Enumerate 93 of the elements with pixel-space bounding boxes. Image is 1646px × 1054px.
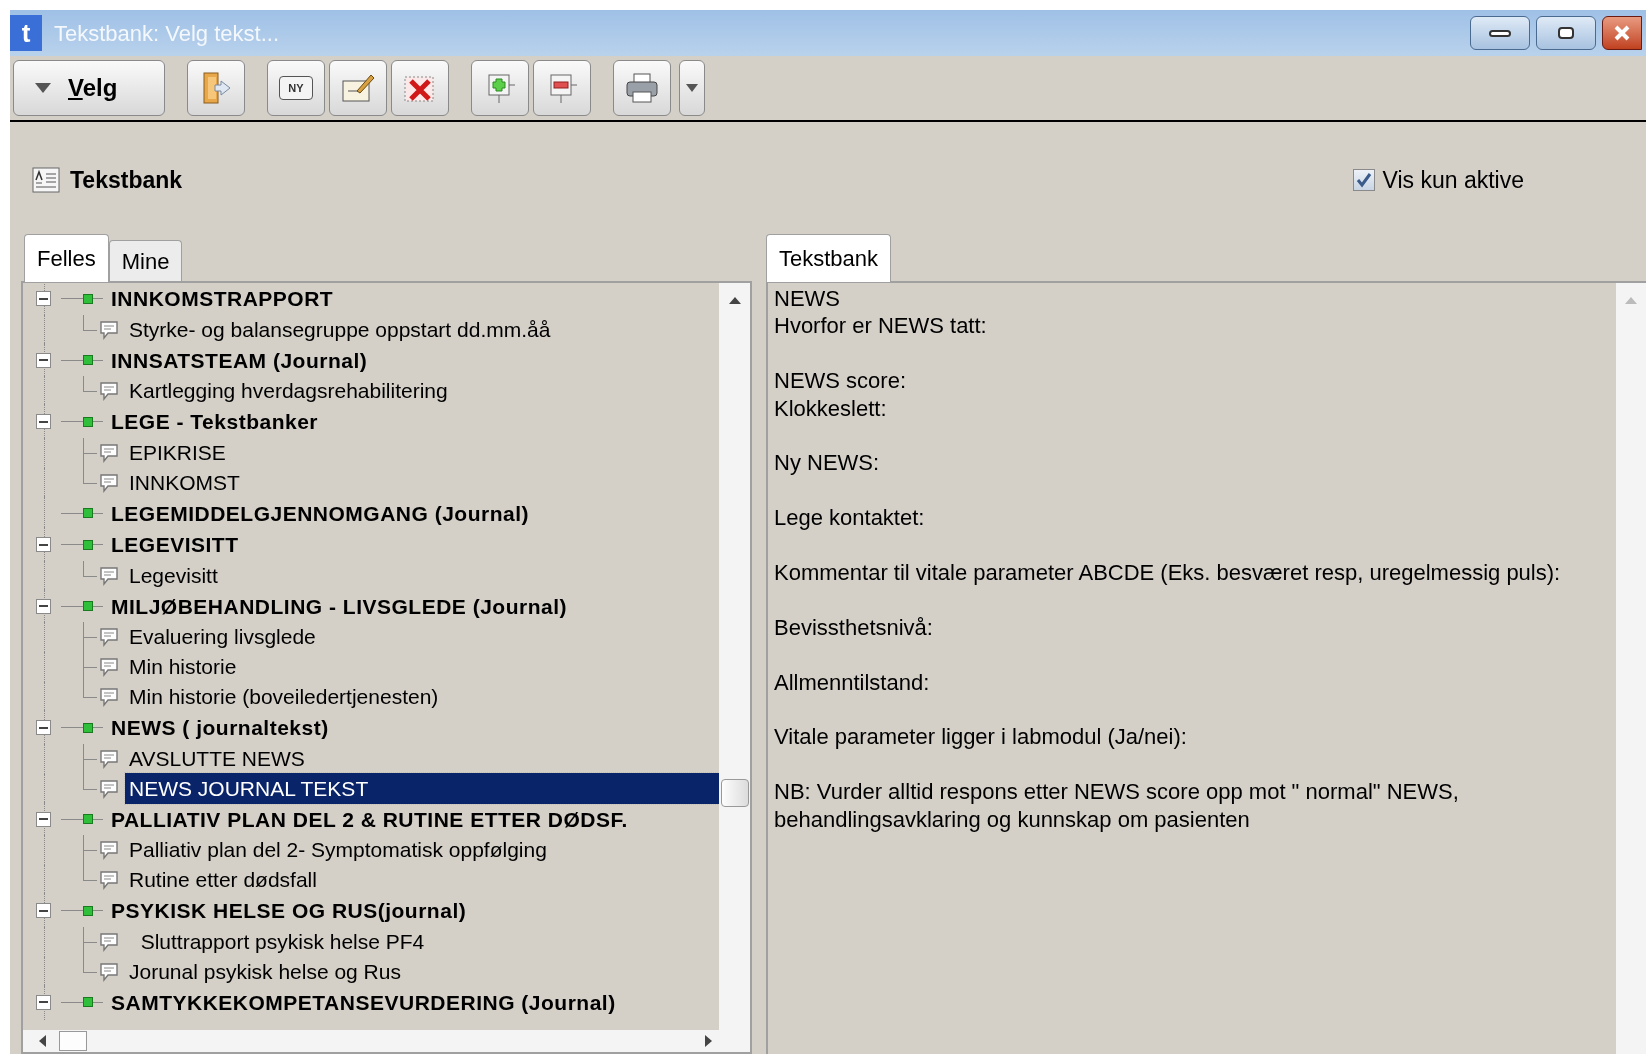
speech-bubble-icon — [99, 657, 119, 677]
speech-bubble-icon — [99, 961, 119, 982]
speech-bubble-icon — [99, 778, 119, 799]
status-square-icon — [83, 355, 93, 366]
tree-group[interactable]: LEGEVISITT — [111, 529, 239, 561]
collapse-toggle-icon[interactable] — [35, 291, 51, 307]
tree-group[interactable]: PSYKISK HELSE OG RUS(journal) — [111, 895, 467, 927]
speech-bubble-icon — [99, 748, 119, 769]
tree-item[interactable]: EPIKRISE — [125, 436, 230, 469]
tree-group[interactable]: INNKOMSTRAPPORT — [111, 283, 334, 315]
print-dropdown-button[interactable] — [679, 60, 705, 116]
speech-bubble-icon — [99, 870, 119, 890]
tree-group[interactable]: LEGE - Tekstbanker — [111, 406, 318, 438]
velg-menu-button[interactable]: Velg — [13, 60, 165, 116]
minimize-button[interactable] — [1470, 16, 1530, 50]
tree-group[interactable]: LEGEMIDDELGJENNOMGANG (Journal) — [111, 497, 530, 529]
maximize-button[interactable] — [1536, 16, 1596, 50]
speech-bubble-icon — [99, 565, 119, 586]
tree-group[interactable]: INNSATSTEAM (Journal) — [111, 344, 368, 376]
section-title: Tekstbank — [70, 165, 183, 195]
status-square-icon — [83, 293, 93, 304]
new-button[interactable]: NY — [267, 60, 325, 116]
edit-document-icon — [341, 73, 375, 103]
collapse-toggle-icon[interactable] — [35, 994, 51, 1010]
tree-group[interactable]: PALLIATIV PLAN DEL 2 & RUTINE ETTER DØDSF. — [111, 803, 628, 835]
door-exit-icon — [200, 71, 232, 105]
collapse-toggle-icon[interactable] — [35, 811, 51, 827]
filter-checkbox[interactable]: Vis kun aktive — [1352, 162, 1524, 198]
tree-item[interactable]: Jorunal psykisk helse og Rus — [125, 955, 405, 988]
window-title: Tekstbank: Velg tekst... — [54, 19, 279, 48]
printer-icon — [625, 72, 659, 104]
tree-item[interactable]: Min historie (boveiledertjenesten) — [125, 681, 443, 713]
edit-button[interactable] — [329, 60, 387, 116]
caret-icon — [685, 83, 699, 93]
new-folder-icon: NY — [279, 76, 313, 100]
tree-item[interactable]: Palliativ plan del 2- Symptomatisk oppfølging — [125, 834, 551, 866]
scroll-up-icon[interactable] — [727, 295, 742, 305]
checkmark-icon — [1355, 172, 1372, 188]
speech-bubble-icon — [99, 627, 119, 647]
collapse-toggle-icon[interactable] — [35, 537, 51, 553]
status-square-icon — [83, 814, 93, 825]
collapse-toggle-icon[interactable] — [35, 414, 51, 430]
caret-icon — [34, 82, 52, 94]
status-square-icon — [83, 601, 93, 612]
text-preview: NEWS Hvorfor er NEWS tatt: NEWS score: Klokkeslett: Ny NEWS: Lege kontaktet: Kommentar til vitale parameter ABCDE (Eks. besværet resp, uregelmessig puls): Bevissthetsnivå: Allmenntilstand: Vitale parameter ligger i labmodul (Ja/nei): NB: Vurder alltid respons etter NEWS score opp mot " normal" NEWS, behandlingsavklaring og kunnskap om pasienten — [773, 285, 1562, 834]
exit-button[interactable] — [187, 60, 245, 116]
status-square-icon — [83, 905, 93, 916]
tree-item[interactable]: Legevisitt — [125, 559, 222, 592]
scroll-thumb[interactable] — [59, 1031, 87, 1051]
scroll-left-icon[interactable] — [37, 1034, 47, 1048]
collapse-toggle-icon[interactable] — [35, 352, 51, 368]
collapse-toggle-icon[interactable] — [35, 903, 51, 919]
collapse-toggle-icon[interactable] — [35, 720, 51, 736]
status-square-icon — [83, 416, 93, 427]
speech-bubble-icon — [99, 472, 119, 493]
speech-bubble-icon — [99, 687, 119, 707]
tree-item[interactable]: INNKOMST — [125, 466, 244, 499]
status-square-icon — [83, 997, 93, 1008]
tree-item[interactable]: NEWS JOURNAL TEKST — [125, 772, 719, 805]
tree-group[interactable]: NEWS ( journaltekst) — [111, 712, 329, 744]
tab[interactable]: Felles — [24, 234, 109, 282]
status-square-icon — [83, 508, 93, 519]
speech-bubble-icon — [99, 319, 119, 340]
scroll-thumb[interactable] — [720, 779, 749, 807]
checkbox[interactable] — [1352, 169, 1375, 191]
close-button[interactable] — [1602, 16, 1642, 50]
tab[interactable]: Mine — [108, 240, 183, 282]
tree-item[interactable]: Evaluering livsglede — [125, 621, 320, 653]
status-square-icon — [83, 539, 93, 550]
speech-bubble-icon — [99, 381, 119, 401]
tree-item[interactable]: Rutine etter dødsfall — [125, 864, 321, 896]
tab[interactable]: Tekstbank — [766, 234, 892, 282]
app-icon: t — [10, 15, 42, 51]
tree-group[interactable]: SAMTYKKEKOMPETANSEVURDERING (Journal) — [111, 986, 616, 1018]
scroll-right-icon[interactable] — [704, 1034, 714, 1048]
tree-group[interactable]: MILJØBEHANDLING - LIVSGLEDE (Journal) — [111, 590, 567, 622]
status-square-icon — [83, 722, 93, 733]
speech-bubble-icon — [99, 442, 119, 463]
print-button[interactable] — [613, 60, 671, 116]
vertical-scrollbar[interactable] — [719, 283, 750, 1030]
tree-item[interactable]: Styrke- og balansegruppe oppstart dd.mm.åå — [125, 313, 555, 346]
tree-item[interactable]: AVSLUTTE NEWS — [125, 742, 309, 775]
collapse-toggle-icon[interactable] — [35, 598, 51, 614]
delete-button[interactable] — [391, 60, 449, 116]
remove-button[interactable] — [533, 60, 591, 116]
add-button[interactable] — [471, 60, 529, 116]
tree-item[interactable]: Min historie — [125, 651, 241, 683]
text-document-icon — [32, 167, 60, 193]
close-icon — [1613, 24, 1631, 42]
speech-bubble-icon — [99, 931, 119, 952]
speech-bubble-icon — [99, 840, 119, 860]
tree-item[interactable]: Sluttrapport psykisk helse PF4 — [125, 925, 429, 958]
tree-item[interactable]: Kartlegging hverdagsrehabilitering — [125, 375, 452, 407]
